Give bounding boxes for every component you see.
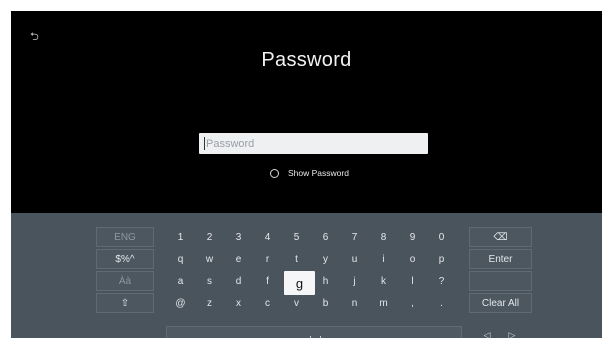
key-5[interactable]: 5 bbox=[283, 227, 310, 247]
key-u[interactable]: u bbox=[341, 249, 368, 269]
on-screen-keyboard: ENG $%^ Àà ⇧ 1 2 3 4 5 6 7 8 9 0 q w e r… bbox=[11, 213, 602, 338]
key-k[interactable]: k bbox=[370, 271, 397, 291]
key-7[interactable]: 7 bbox=[341, 227, 368, 247]
key-w[interactable]: w bbox=[196, 249, 223, 269]
key-period[interactable]: . bbox=[428, 293, 455, 313]
key-o[interactable]: o bbox=[399, 249, 426, 269]
key-e[interactable]: e bbox=[225, 249, 252, 269]
key-space[interactable] bbox=[166, 326, 462, 338]
page-title: Password bbox=[261, 49, 352, 71]
key-8[interactable]: 8 bbox=[370, 227, 397, 247]
key-symbols[interactable]: $%^ bbox=[96, 249, 154, 269]
key-2[interactable]: 2 bbox=[196, 227, 223, 247]
key-comma[interactable]: , bbox=[399, 293, 426, 313]
key-r[interactable]: r bbox=[254, 249, 281, 269]
key-0[interactable]: 0 bbox=[428, 227, 455, 247]
key-shift[interactable]: ⇧ bbox=[96, 293, 154, 313]
key-question[interactable]: ? bbox=[428, 271, 455, 291]
key-a[interactable]: a bbox=[167, 271, 194, 291]
cursor-left-icon[interactable]: ◁ bbox=[477, 326, 497, 339]
key-p[interactable]: p bbox=[428, 249, 455, 269]
key-f[interactable]: f bbox=[254, 271, 281, 291]
key-m[interactable]: m bbox=[370, 293, 397, 313]
key-q[interactable]: q bbox=[167, 249, 194, 269]
text-cursor bbox=[204, 137, 205, 150]
key-n[interactable]: n bbox=[341, 293, 368, 313]
key-6[interactable]: 6 bbox=[312, 227, 339, 247]
key-i[interactable]: i bbox=[370, 249, 397, 269]
key-3[interactable]: 3 bbox=[225, 227, 252, 247]
key-j[interactable]: j bbox=[341, 271, 368, 291]
key-blank bbox=[469, 271, 532, 291]
key-h[interactable]: h bbox=[312, 271, 339, 291]
key-clear-all[interactable]: Clear All bbox=[469, 293, 532, 313]
key-language-eng[interactable]: ENG bbox=[96, 227, 154, 247]
key-1[interactable]: 1 bbox=[167, 227, 194, 247]
key-9[interactable]: 9 bbox=[399, 227, 426, 247]
key-z[interactable]: z bbox=[196, 293, 223, 313]
key-t[interactable]: t bbox=[283, 249, 310, 269]
key-y[interactable]: y bbox=[312, 249, 339, 269]
key-4[interactable]: 4 bbox=[254, 227, 281, 247]
show-password-label: Show Password bbox=[288, 168, 349, 178]
key-l[interactable]: l bbox=[399, 271, 426, 291]
password-input[interactable] bbox=[199, 133, 428, 154]
key-enter[interactable]: Enter bbox=[469, 249, 532, 269]
back-arrow-icon[interactable]: ⮌ bbox=[30, 31, 42, 43]
key-x[interactable]: x bbox=[225, 293, 252, 313]
key-c[interactable]: c bbox=[254, 293, 281, 313]
key-g-selected[interactable]: g bbox=[284, 271, 315, 295]
space-bar-icon bbox=[310, 336, 321, 338]
key-at[interactable]: @ bbox=[167, 293, 194, 313]
key-b[interactable]: b bbox=[312, 293, 339, 313]
show-password-toggle[interactable]: Show Password bbox=[270, 166, 349, 180]
key-v[interactable]: v bbox=[283, 293, 310, 313]
key-accents[interactable]: Àà bbox=[96, 271, 154, 291]
cursor-right-icon[interactable]: ▷ bbox=[502, 326, 522, 339]
backspace-icon[interactable]: ⌫ bbox=[469, 227, 532, 247]
key-s[interactable]: s bbox=[196, 271, 223, 291]
radio-circle-icon[interactable] bbox=[270, 168, 279, 178]
tv-screen: ⮌ Password Show Password ENG $%^ Àà ⇧ 1 … bbox=[11, 11, 602, 338]
key-d[interactable]: d bbox=[225, 271, 252, 291]
